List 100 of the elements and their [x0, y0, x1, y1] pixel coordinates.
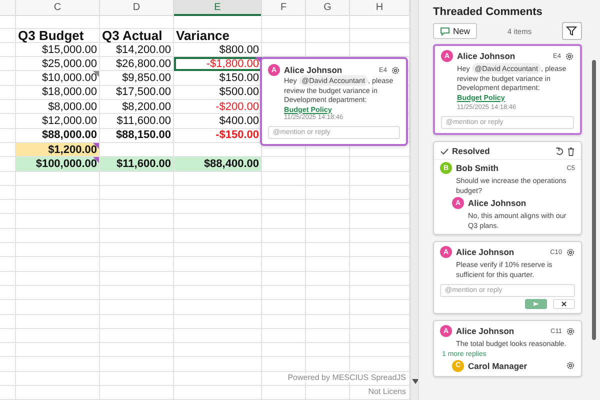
settings-icon[interactable] — [565, 52, 574, 60]
empty-cell — [306, 172, 350, 186]
panel-title: Threaded Comments — [433, 6, 544, 18]
empty-cell — [262, 328, 306, 344]
empty-cell — [306, 314, 350, 329]
empty-cell — [0, 300, 16, 315]
empty-cell — [262, 214, 306, 229]
empty-cell — [306, 328, 350, 344]
empty-cell — [306, 357, 350, 372]
table-cell: $88,000.00 — [16, 128, 100, 143]
empty-cell — [0, 186, 16, 200]
empty-cell — [306, 257, 350, 272]
scrollbar[interactable] — [410, 0, 418, 400]
empty-cell — [262, 314, 306, 329]
table-cell: Variance — [174, 28, 262, 43]
table-cell: $400.00 — [174, 114, 262, 129]
empty-cell — [306, 300, 350, 315]
empty-cell — [0, 386, 16, 400]
empty-cell — [0, 14, 16, 29]
table-cell: $500.00 — [174, 86, 262, 100]
empty-cell — [306, 243, 350, 258]
column-header[interactable]: G — [306, 0, 350, 16]
table-cell: Q3 Budget — [16, 28, 100, 43]
table-cell: $100,000.00 — [16, 157, 100, 172]
table-cell: $11,600.00 — [100, 157, 174, 172]
empty-cell — [0, 214, 16, 229]
table-cell: $800.00 — [174, 42, 262, 58]
column-header[interactable]: F — [262, 0, 306, 16]
empty-cell — [262, 357, 306, 372]
column-header[interactable]: E — [174, 0, 262, 16]
scrollbar[interactable] — [592, 60, 596, 340]
send-icon — [532, 301, 540, 307]
corner-cell[interactable] — [0, 0, 16, 16]
empty-cell — [0, 286, 16, 300]
empty-cell — [0, 357, 16, 372]
resolved-label: Resolved — [452, 146, 491, 156]
table-cell: $1,200.00 — [16, 142, 100, 158]
table-cell: $26,800.00 — [100, 57, 174, 72]
close-icon — [561, 301, 567, 307]
empty-cell — [306, 157, 350, 172]
empty-cell — [262, 286, 306, 300]
empty-cell — [262, 14, 306, 29]
empty-cell — [262, 257, 306, 272]
empty-cell — [306, 28, 350, 43]
empty-cell — [262, 300, 306, 315]
empty-cell — [306, 186, 350, 200]
author-name: Alice Johnson — [457, 51, 516, 61]
column-header[interactable]: H — [350, 0, 410, 16]
column-header[interactable]: C — [16, 0, 100, 16]
empty-cell — [306, 14, 350, 29]
empty-cell — [306, 200, 350, 214]
empty-cell — [0, 257, 16, 272]
empty-cell — [306, 386, 350, 400]
empty-cell — [0, 372, 16, 386]
empty-cell — [0, 243, 16, 258]
empty-cell — [0, 200, 16, 214]
table-cell: $8,000.00 — [16, 100, 100, 114]
scroll-down-icon[interactable] — [412, 379, 418, 384]
reopen-icon[interactable] — [555, 146, 564, 156]
settings-icon[interactable] — [391, 66, 400, 74]
table-cell: $17,500.00 — [100, 86, 174, 100]
author-name: Alice Johnson — [284, 65, 344, 75]
filter-icon — [566, 26, 578, 36]
table-cell: $8,200.00 — [100, 100, 174, 114]
empty-cell — [262, 243, 306, 258]
table-cell: -$200.00 — [174, 100, 262, 114]
author-name: Alice Johnson — [468, 198, 528, 208]
new-comment-button[interactable]: New — [433, 23, 478, 39]
empty-cell — [262, 172, 306, 186]
author-name: Bob Smith — [456, 163, 500, 173]
author-name: Carol Manager — [468, 360, 528, 370]
empty-cell — [262, 186, 306, 200]
empty-cell — [262, 228, 306, 244]
empty-cell — [306, 228, 350, 244]
table-cell: $10,000.00 — [16, 71, 100, 86]
empty-cell — [306, 214, 350, 229]
table-cell: $11,600.00 — [100, 114, 174, 129]
table-cell: -$150.00 — [174, 128, 262, 143]
empty-cell — [0, 172, 16, 186]
settings-icon[interactable] — [566, 248, 575, 256]
filter-button[interactable] — [562, 22, 582, 40]
author-name: Alice Johnson — [456, 326, 516, 336]
empty-cell — [0, 228, 16, 244]
table-cell: $88,150.00 — [100, 128, 174, 143]
settings-icon[interactable] — [566, 326, 575, 336]
speech-bubble-icon — [440, 26, 450, 36]
empty-cell — [262, 200, 306, 214]
empty-cell — [262, 386, 306, 400]
empty-cell — [0, 328, 16, 344]
settings-icon[interactable] — [566, 361, 575, 370]
column-header[interactable]: D — [100, 0, 174, 16]
table-cell: -$1,800.00 — [174, 57, 262, 72]
empty-cell — [0, 272, 16, 286]
empty-cell — [0, 343, 16, 358]
table-cell: $18,000.00 — [16, 86, 100, 100]
trash-icon[interactable] — [567, 146, 575, 156]
cancel-button[interactable] — [553, 299, 575, 309]
table-cell: $88,400.00 — [174, 157, 262, 172]
empty-cell — [306, 286, 350, 300]
empty-cell — [306, 272, 350, 286]
